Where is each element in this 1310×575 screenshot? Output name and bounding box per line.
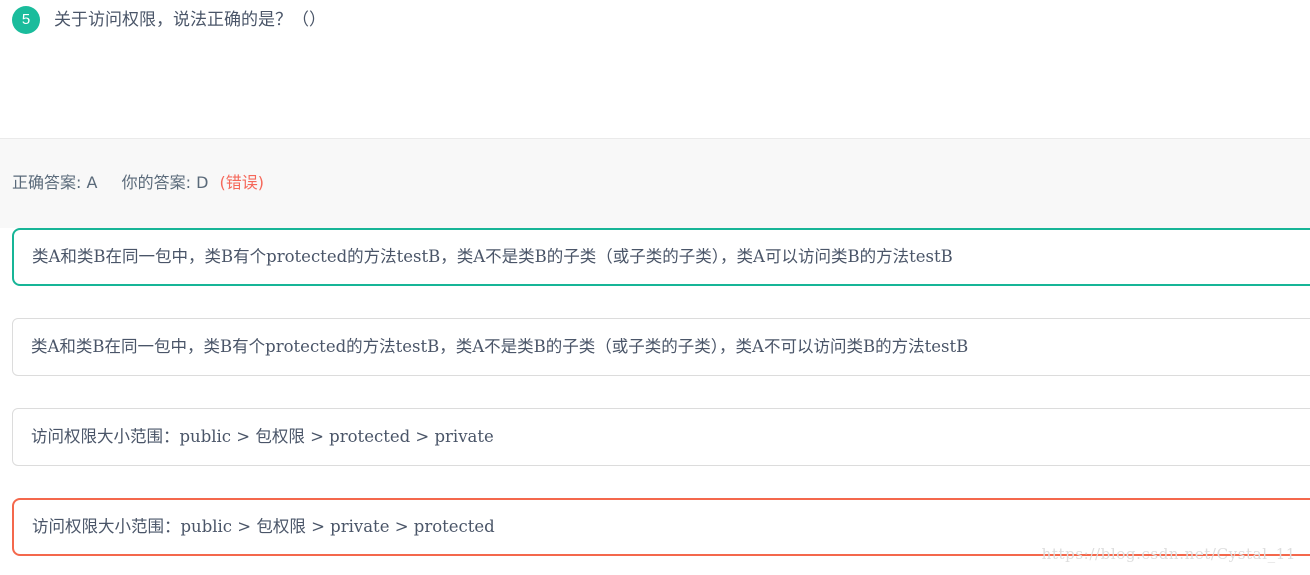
option-b-text: 类A和类B在同一包中，类B有个protected的方法testB，类A不是类B的… (31, 337, 969, 356)
option-d[interactable]: 访问权限大小范围：public > 包权限 > private > protec… (12, 498, 1310, 556)
options-list: 类A和类B在同一包中，类B有个protected的方法testB，类A不是类B的… (0, 228, 1310, 575)
your-answer-label: 你的答案: D (121, 173, 209, 192)
question-header: 5 关于访问权限，说法正确的是？（） (0, 0, 1310, 138)
quiz-review-page: 5 关于访问权限，说法正确的是？（） 正确答案: A 你的答案: D (错误) … (0, 0, 1310, 575)
answer-summary-text: 正确答案: A 你的答案: D (错误) (12, 171, 264, 195)
option-c-text: 访问权限大小范围：public > 包权限 > protected > priv… (31, 427, 494, 446)
question-row: 5 关于访问权限，说法正确的是？（） (0, 0, 1310, 35)
question-title: 关于访问权限，说法正确的是？（） (54, 10, 326, 30)
answer-summary-bar: 正确答案: A 你的答案: D (错误) (0, 138, 1310, 228)
option-c[interactable]: 访问权限大小范围：public > 包权限 > protected > priv… (12, 408, 1310, 466)
option-a-text: 类A和类B在同一包中，类B有个protected的方法testB，类A不是类B的… (32, 247, 953, 266)
option-b[interactable]: 类A和类B在同一包中，类B有个protected的方法testB，类A不是类B的… (12, 318, 1310, 376)
verdict-badge: (错误) (219, 173, 265, 192)
correct-answer-label: 正确答案: A (12, 173, 98, 192)
option-a[interactable]: 类A和类B在同一包中，类B有个protected的方法testB，类A不是类B的… (12, 228, 1310, 286)
question-number-badge: 5 (12, 6, 40, 34)
option-d-text: 访问权限大小范围：public > 包权限 > private > protec… (32, 517, 495, 536)
